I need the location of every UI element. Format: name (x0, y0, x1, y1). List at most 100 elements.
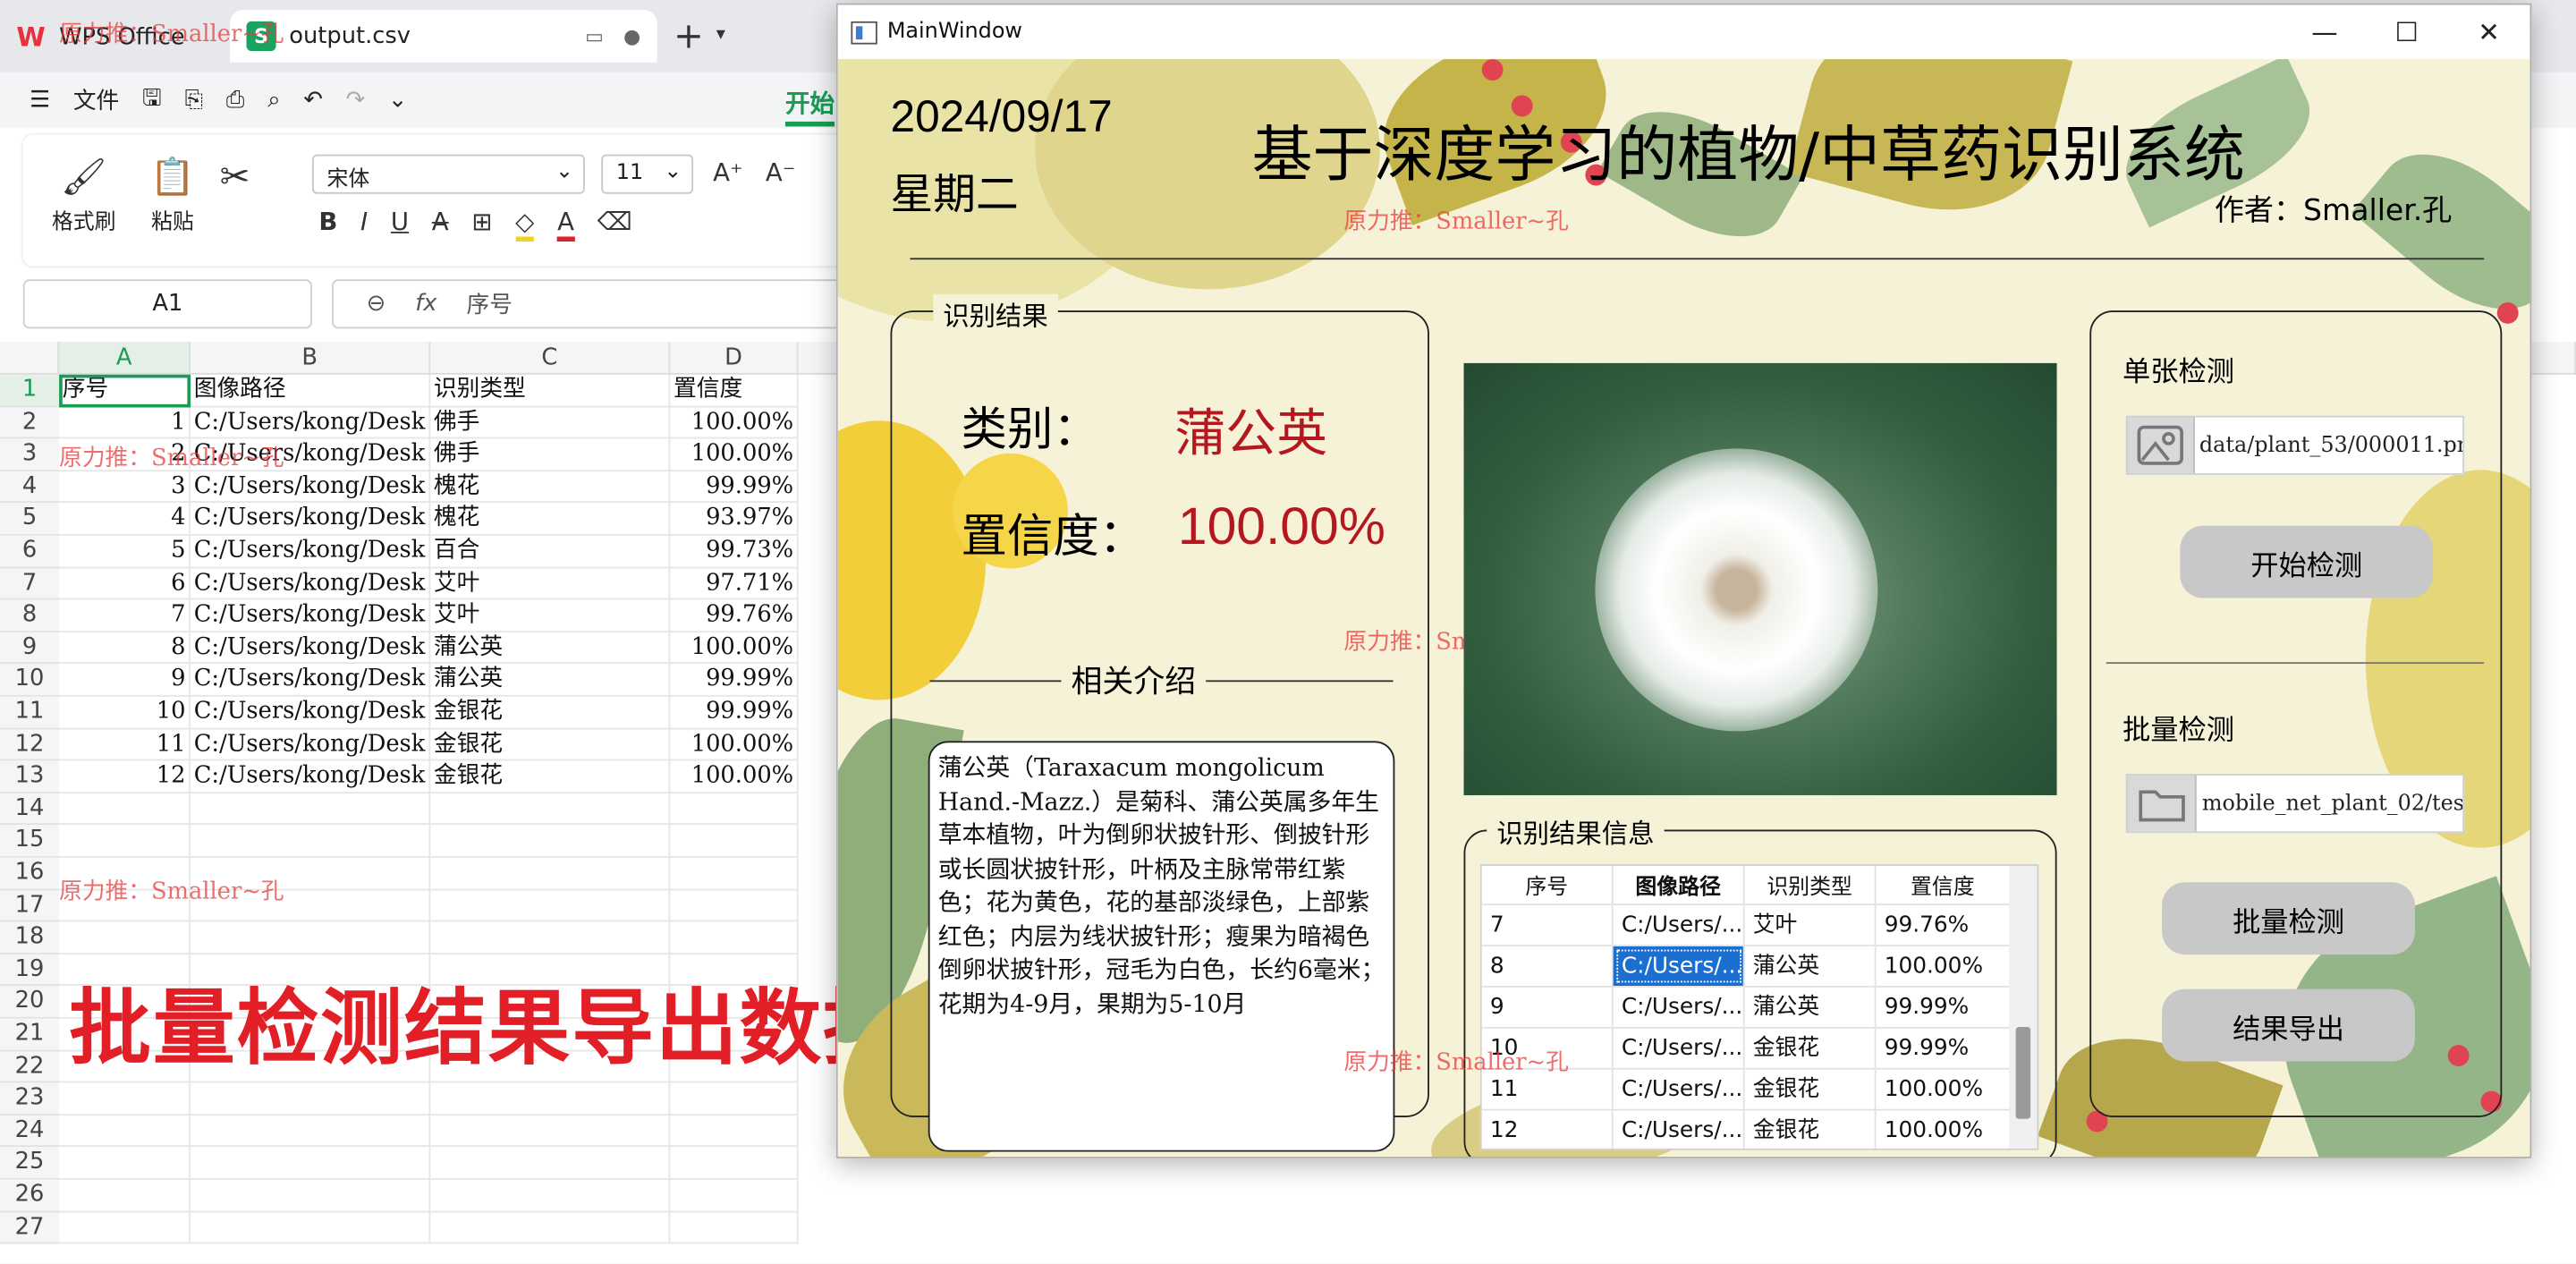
sheet-cell[interactable]: C:/Users/kong/Desk (191, 728, 431, 761)
sheet-cell[interactable] (430, 889, 671, 922)
sheet-cell[interactable] (59, 921, 191, 954)
sheet-cell[interactable]: 99.76% (670, 599, 799, 632)
sheet-cell[interactable]: 100.00% (670, 728, 799, 761)
print-preview-icon[interactable]: ⌕ (267, 87, 280, 113)
table-cell[interactable]: 99.76% (1877, 905, 2012, 946)
row-header[interactable]: 16 (0, 857, 60, 890)
row-header[interactable]: 4 (0, 471, 60, 504)
scrollbar-thumb[interactable] (2015, 1026, 2031, 1119)
grow-font-icon[interactable]: A⁺ (713, 157, 742, 187)
sheet-cell[interactable] (670, 793, 799, 826)
sheet-cell[interactable]: C:/Users/kong/Desk (191, 599, 431, 632)
sheet-cell[interactable] (430, 857, 671, 890)
sheet-cell[interactable] (670, 1115, 799, 1148)
sheet-cell[interactable]: 100.00% (670, 438, 799, 471)
sheet-cell[interactable]: C:/Users/kong/Desk (191, 535, 431, 568)
sheet-cell[interactable]: 佛手 (430, 406, 671, 439)
sheet-cell[interactable]: 槐花 (430, 471, 671, 504)
chevron-down-icon[interactable]: ▾ (716, 23, 725, 45)
sheet-cell[interactable] (59, 793, 191, 826)
row-header[interactable]: 19 (0, 954, 60, 987)
table-cell[interactable]: C:/Users/... (1614, 1028, 1745, 1068)
name-box[interactable]: A1 (22, 279, 312, 329)
sheet-cell[interactable]: 6 (59, 567, 191, 600)
formula-bar[interactable]: ⊖ fx 序号 (332, 279, 875, 329)
more-chevron-icon[interactable]: ⌄ (388, 87, 408, 113)
table-cell[interactable]: 蒲公英 (1745, 946, 1877, 987)
sheet-cell[interactable]: 艾叶 (430, 599, 671, 632)
sheet-cell[interactable] (191, 1147, 431, 1180)
sheet-cell[interactable] (430, 1147, 671, 1180)
table-cell[interactable]: 9 (1482, 987, 1614, 1027)
row-header[interactable]: 9 (0, 632, 60, 665)
sheet-cell[interactable]: 99.99% (670, 664, 799, 697)
intro-text-box[interactable]: 蒲公英（Taraxacum mongolicum Hand.-Mazz.）是菊科… (928, 741, 1395, 1152)
sheet-cell[interactable]: 5 (59, 535, 191, 568)
window-titlebar[interactable]: MainWindow — ☐ ✕ (837, 4, 2530, 60)
print-icon[interactable]: ⎙ (226, 87, 245, 113)
row-header[interactable]: 10 (0, 664, 60, 697)
sheet-cell[interactable]: 金银花 (430, 760, 671, 793)
menu-file[interactable]: 文件 (73, 84, 119, 117)
row-header[interactable]: 18 (0, 921, 60, 954)
sheet-cell[interactable]: 12 (59, 760, 191, 793)
undo-icon[interactable]: ↶ (303, 87, 323, 113)
new-tab-plus-icon[interactable]: + (674, 16, 704, 57)
row-header[interactable]: 11 (0, 696, 60, 729)
row-header[interactable]: 17 (0, 889, 60, 922)
sheet-cell[interactable] (670, 857, 799, 890)
sheet-cell[interactable]: 识别类型 (430, 374, 671, 407)
sheet-cell[interactable]: 97.71% (670, 567, 799, 600)
sheet-cell[interactable]: 100.00% (670, 632, 799, 665)
table-cell[interactable]: 蒲公英 (1745, 987, 1877, 1027)
sheet-cell[interactable]: 艾叶 (430, 567, 671, 600)
row-header[interactable]: 7 (0, 567, 60, 600)
sheet-cell[interactable] (191, 1082, 431, 1116)
table-cell[interactable]: 100.00% (1877, 946, 2012, 987)
sheet-cell[interactable] (670, 921, 799, 954)
results-table[interactable]: 序号 图像路径 识别类型 置信度 7 C:/Users/... 艾叶 99.76% 8 C… (1479, 864, 2039, 1150)
table-cell[interactable]: C:/Users/... (1614, 987, 1745, 1027)
sheet-cell[interactable]: 3 (59, 471, 191, 504)
table-cell[interactable]: 100.00% (1877, 1069, 2012, 1109)
eraser-icon[interactable]: ⌫ (597, 207, 632, 242)
sheet-cell[interactable] (191, 921, 431, 954)
close-icon[interactable]: ✕ (2448, 5, 2530, 60)
sheet-cell[interactable]: C:/Users/kong/Desk (191, 664, 431, 697)
sheet-cell[interactable] (430, 793, 671, 826)
table-cell[interactable]: C:/Users/... (1613, 946, 1745, 987)
menu-start-tab[interactable]: 开始 (785, 86, 835, 121)
fill-color-icon[interactable]: ◇ (515, 207, 535, 242)
sheet-cell[interactable] (670, 1179, 799, 1212)
batch-path-field[interactable]: mobile_net_plant_02/test (2125, 774, 2465, 834)
sheet-cell[interactable]: 槐花 (430, 503, 671, 536)
sheet-cell[interactable]: 蒲公英 (430, 632, 671, 665)
strikethrough-icon[interactable]: A (432, 207, 449, 242)
minimize-icon[interactable]: — (2284, 5, 2366, 60)
row-header[interactable]: 13 (0, 760, 60, 793)
sheet-cell[interactable] (430, 1082, 671, 1116)
table-cell[interactable]: C:/Users/... (1614, 1069, 1745, 1109)
sheet-cell[interactable]: 9 (59, 664, 191, 697)
row-header[interactable]: 12 (0, 728, 60, 761)
column-header[interactable]: D (670, 342, 799, 375)
export-icon[interactable]: ⎘ (185, 87, 204, 113)
row-header[interactable]: 15 (0, 825, 60, 858)
sheet-cell[interactable]: 图像路径 (191, 374, 431, 407)
row-header[interactable]: 1 (0, 374, 60, 407)
row-header[interactable]: 8 (0, 599, 60, 632)
fx-icon[interactable]: fx (415, 291, 436, 317)
font-name-select[interactable]: 宋体 ⌄ (311, 154, 585, 194)
row-header[interactable]: 26 (0, 1179, 60, 1212)
table-cell[interactable]: C:/Users/... (1614, 1110, 1745, 1149)
redo-icon[interactable]: ↷ (346, 87, 366, 113)
italic-icon[interactable]: I (360, 207, 368, 242)
row-header[interactable]: 3 (0, 438, 60, 471)
start-detect-button[interactable]: 开始检测 (2180, 525, 2434, 598)
sheet-cell[interactable] (430, 921, 671, 954)
row-header[interactable]: 23 (0, 1082, 60, 1116)
sheet-cell[interactable]: C:/Users/kong/Desk (191, 696, 431, 729)
table-cell[interactable]: 7 (1482, 905, 1614, 946)
sheet-cell[interactable] (59, 1211, 191, 1244)
sheet-cell[interactable] (191, 1211, 431, 1244)
